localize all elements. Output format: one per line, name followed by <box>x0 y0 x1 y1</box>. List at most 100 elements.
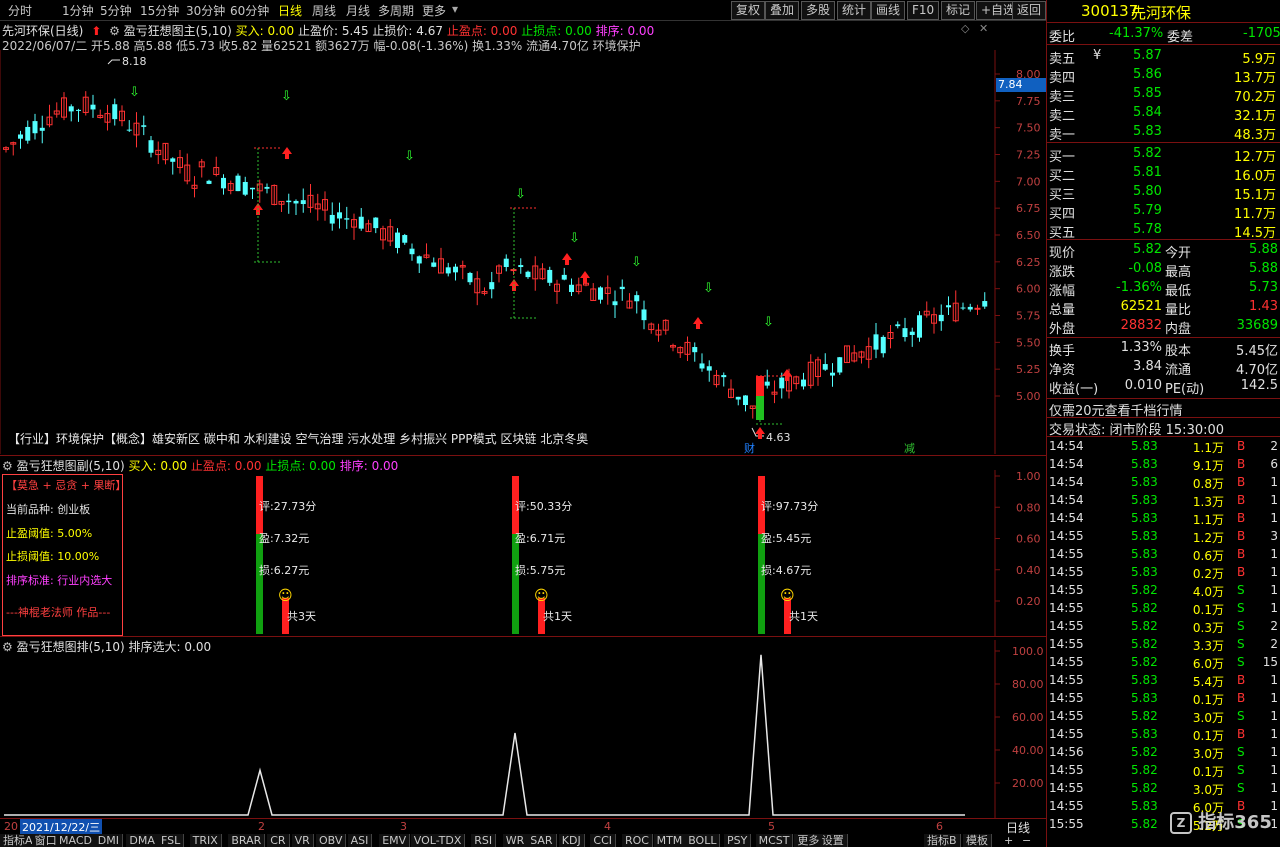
tick-time: 14:55 <box>1049 637 1084 651</box>
tick-time: 14:54 <box>1049 439 1084 453</box>
tick-time: 14:55 <box>1049 601 1084 615</box>
mark-button[interactable]: 标记 <box>941 1 976 20</box>
tab-weekly[interactable]: 周线 <box>312 2 336 19</box>
tick-price: 5.83 <box>1131 439 1158 453</box>
tab-26[interactable]: 设置 <box>818 834 848 847</box>
tab-13[interactable]: EMV <box>379 834 411 847</box>
restore-rights-button[interactable]: 复权 <box>731 1 766 20</box>
zoom-out-icon[interactable]: − <box>1022 834 1031 847</box>
tab-21[interactable]: MTM <box>653 834 687 847</box>
candle-body <box>569 284 574 293</box>
tick-time: 14:54 <box>1049 475 1084 489</box>
tab-1min[interactable]: 1分钟 <box>62 2 94 19</box>
multi-stock-button[interactable]: 多股 <box>801 1 836 20</box>
gear-icon[interactable]: ⚙ <box>105 24 120 38</box>
tab-template[interactable]: 模板 <box>963 834 992 847</box>
watermark-text: 指标365 <box>1198 812 1272 833</box>
tick-time: 14:55 <box>1049 691 1084 705</box>
ask-volume: 70.2万 <box>1234 90 1276 105</box>
candle-body <box>902 328 908 338</box>
tick-direction: S <box>1237 745 1245 759</box>
candle-body <box>293 200 299 204</box>
sell-arrow-icon: ⇩ <box>515 187 526 202</box>
tab-7[interactable]: TRIX <box>189 834 222 847</box>
candle-body <box>242 181 248 195</box>
tick-price: 5.82 <box>1131 637 1158 651</box>
stock-title[interactable]: 先河环保(日线) <box>2 24 83 38</box>
ask-price: 5.86 <box>1133 67 1162 82</box>
tab-8[interactable]: BRAR <box>228 834 266 847</box>
tick-volume: 0.3万 <box>1192 621 1224 635</box>
tab-24[interactable]: MCST <box>755 834 794 847</box>
overlay-button[interactable]: 叠加 <box>765 1 800 20</box>
tab-11[interactable]: OBV <box>316 834 347 847</box>
tab-5min[interactable]: 5分钟 <box>100 2 132 19</box>
draw-line-button[interactable]: 画线 <box>871 1 906 20</box>
tab-12[interactable]: ASI <box>347 834 373 847</box>
f10-button[interactable]: F10 <box>907 1 940 20</box>
tick-row: 14:55 5.83 0.1万 B 1 <box>1047 690 1280 708</box>
tick-row: 14:55 5.82 3.0万 S 1 <box>1047 708 1280 726</box>
tab-16[interactable]: WR <box>502 834 529 847</box>
y-tick-label: 20.00 <box>1012 777 1044 790</box>
tab-15[interactable]: RSI <box>471 834 497 847</box>
tab-30min[interactable]: 30分钟 <box>186 2 225 19</box>
buy-arrow-icon <box>282 147 292 159</box>
tab-17[interactable]: SAR <box>527 834 557 847</box>
y-tick-label: 7.25 <box>1016 149 1041 162</box>
tick-volume: 1.1万 <box>1192 441 1224 455</box>
main-indicator-name[interactable]: 盈亏狂想图主(5,10) <box>124 24 232 38</box>
tab-daily[interactable]: 日线 <box>278 2 302 19</box>
tab-6[interactable]: FSL <box>158 834 185 847</box>
tab-3[interactable]: MACD <box>56 834 96 847</box>
tick-price: 5.83 <box>1131 475 1158 489</box>
candle-body <box>982 301 988 307</box>
divider <box>1047 142 1280 143</box>
candle-body <box>547 269 553 283</box>
tab-60min[interactable]: 60分钟 <box>230 2 269 19</box>
watermark-logo-icon: Z <box>1170 812 1192 834</box>
stat-value: 5.88 <box>1249 261 1278 276</box>
tab-19[interactable]: CCI <box>590 834 616 847</box>
bid-price: 5.81 <box>1133 165 1162 180</box>
tab-22[interactable]: BOLL <box>685 834 721 847</box>
close-icon[interactable]: ✕ <box>979 22 988 35</box>
tick-volume: 0.1万 <box>1192 693 1224 707</box>
tab-5[interactable]: DMA <box>126 834 159 847</box>
tick-time: 14:55 <box>1049 673 1084 687</box>
zoom-in-icon[interactable]: + <box>1004 834 1013 847</box>
tick-volume: 0.1万 <box>1192 603 1224 617</box>
tab-4[interactable]: DMI <box>94 834 124 847</box>
tab-10[interactable]: VR <box>291 834 314 847</box>
tab-monthly[interactable]: 月线 <box>346 2 370 19</box>
candle-body <box>264 186 270 189</box>
tick-price: 5.83 <box>1131 727 1158 741</box>
tick-time: 14:54 <box>1049 511 1084 525</box>
stat-value: -0.08 <box>1128 261 1162 276</box>
tab-23[interactable]: PSY <box>724 834 752 847</box>
candle-body <box>126 129 132 131</box>
statistics-button[interactable]: 统计 <box>837 1 872 20</box>
divider <box>1047 436 1280 437</box>
tab-20[interactable]: ROC <box>622 834 653 847</box>
tick-price: 5.83 <box>1131 511 1158 525</box>
month-label: 5 <box>768 820 775 833</box>
tab-15min[interactable]: 15分钟 <box>140 2 179 19</box>
tab-fenshi[interactable]: 分时 <box>8 2 32 19</box>
tab-9[interactable]: CR <box>267 834 290 847</box>
more-dropdown-icon[interactable]: ▾ <box>452 2 458 16</box>
tab-multi-period[interactable]: 多周期 <box>378 2 414 19</box>
tab-more[interactable]: 更多 <box>422 2 446 19</box>
weibi-value: -41.37% <box>1109 26 1164 41</box>
promo-row[interactable]: 仅需20元查看千档行情 <box>1047 398 1280 419</box>
candle-body <box>830 372 835 376</box>
diamond-icon[interactable]: ◇ <box>961 22 969 35</box>
tick-volume: 0.1万 <box>1192 729 1224 743</box>
back-button[interactable]: 返回 <box>1012 1 1047 20</box>
candle-body <box>917 315 922 338</box>
tab-18[interactable]: KDJ <box>558 834 585 847</box>
signal-bar-green <box>512 534 519 634</box>
tab-14[interactable]: VOL-TDX <box>410 834 466 847</box>
candlestick-chart[interactable]: 8.007.757.507.257.006.756.506.256.005.75… <box>0 50 1046 454</box>
tab-indicator-b[interactable]: 指标B <box>924 834 961 847</box>
